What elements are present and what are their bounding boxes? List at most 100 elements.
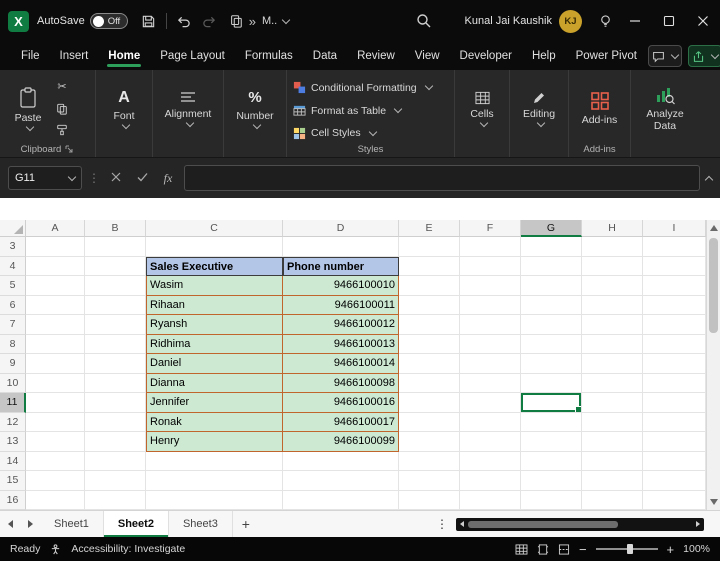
cut-button[interactable]: ✂ [52, 78, 72, 96]
cell-G11[interactable] [521, 393, 582, 413]
tab-sheet3[interactable]: Sheet3 [169, 511, 233, 537]
cell-F13[interactable] [460, 432, 521, 452]
cell-E3[interactable] [399, 237, 460, 257]
cell-D11[interactable]: 9466100016 [283, 393, 399, 413]
cell-H6[interactable] [582, 296, 643, 316]
column-header-B[interactable]: B [85, 220, 146, 237]
cell-B6[interactable] [85, 296, 146, 316]
cell-D12[interactable]: 9466100017 [283, 413, 399, 433]
cell-F3[interactable] [460, 237, 521, 257]
format-painter-button[interactable] [52, 121, 72, 139]
cell-I7[interactable] [643, 315, 706, 335]
cell-F9[interactable] [460, 354, 521, 374]
column-header-F[interactable]: F [460, 220, 521, 237]
cell-C9[interactable]: Daniel [146, 354, 283, 374]
cell-F15[interactable] [460, 471, 521, 491]
cell-H16[interactable] [582, 491, 643, 511]
cell-H11[interactable] [582, 393, 643, 413]
column-header-H[interactable]: H [582, 220, 643, 237]
cell-D8[interactable]: 9466100013 [283, 335, 399, 355]
redo-icon[interactable] [197, 6, 223, 36]
minimize-button[interactable] [618, 0, 652, 42]
cell-I14[interactable] [643, 452, 706, 472]
paste-button[interactable]: Paste [6, 74, 50, 143]
cell-F7[interactable] [460, 315, 521, 335]
cell-E10[interactable] [399, 374, 460, 394]
cell-D9[interactable]: 9466100014 [283, 354, 399, 374]
cell-C4[interactable]: Sales Executive [146, 257, 283, 277]
maximize-button[interactable] [652, 0, 686, 42]
tab-power-pivot[interactable]: Power Pivot [567, 45, 646, 67]
clipboard-dialog-launcher-icon[interactable] [65, 145, 74, 154]
conditional-formatting-button[interactable]: Conditional Formatting [293, 78, 432, 98]
cell-E6[interactable] [399, 296, 460, 316]
column-header-D[interactable]: D [283, 220, 399, 237]
cell-H15[interactable] [582, 471, 643, 491]
cell-D5[interactable]: 9466100010 [283, 276, 399, 296]
cell-B3[interactable] [85, 237, 146, 257]
scroll-right-icon[interactable] [696, 521, 700, 527]
cell-D16[interactable] [283, 491, 399, 511]
cell-A15[interactable] [26, 471, 85, 491]
row-header-12[interactable]: 12 [0, 413, 26, 433]
cell-C13[interactable]: Henry [146, 432, 283, 452]
cell-G3[interactable] [521, 237, 582, 257]
cell-E12[interactable] [399, 413, 460, 433]
cell-F4[interactable] [460, 257, 521, 277]
cell-H7[interactable] [582, 315, 643, 335]
page-layout-view-icon[interactable] [537, 544, 549, 555]
cell-C8[interactable]: Ridhima [146, 335, 283, 355]
row-header-7[interactable]: 7 [0, 315, 26, 335]
cell-A3[interactable] [26, 237, 85, 257]
cell-H5[interactable] [582, 276, 643, 296]
cell-I4[interactable] [643, 257, 706, 277]
vertical-scrollbar[interactable] [706, 220, 720, 510]
cell-I12[interactable] [643, 413, 706, 433]
cell-B8[interactable] [85, 335, 146, 355]
cell-G5[interactable] [521, 276, 582, 296]
cell-I15[interactable] [643, 471, 706, 491]
row-header-5[interactable]: 5 [0, 276, 26, 296]
cell-B7[interactable] [85, 315, 146, 335]
cell-H8[interactable] [582, 335, 643, 355]
confirm-entry-icon[interactable] [132, 168, 152, 188]
cell-E9[interactable] [399, 354, 460, 374]
formula-bar-collapse-icon[interactable] [706, 171, 712, 186]
cell-E15[interactable] [399, 471, 460, 491]
cell-E7[interactable] [399, 315, 460, 335]
horizontal-scroll-thumb[interactable] [468, 521, 618, 528]
cell-A13[interactable] [26, 432, 85, 452]
cell-D7[interactable]: 9466100012 [283, 315, 399, 335]
column-header-G[interactable]: G [521, 220, 582, 237]
formula-input[interactable] [184, 165, 700, 191]
select-all-corner[interactable] [0, 220, 26, 237]
cell-C16[interactable] [146, 491, 283, 511]
insert-function-button[interactable]: fx [158, 168, 178, 188]
quick-access-overflow[interactable]: » [249, 14, 256, 29]
tab-insert[interactable]: Insert [51, 45, 98, 67]
tab-sheet1[interactable]: Sheet1 [40, 511, 104, 537]
cell-A4[interactable] [26, 257, 85, 277]
cell-G12[interactable] [521, 413, 582, 433]
cell-B15[interactable] [85, 471, 146, 491]
row-header-16[interactable]: 16 [0, 491, 26, 511]
cell-B12[interactable] [85, 413, 146, 433]
cell-D4[interactable]: Phone number [283, 257, 399, 277]
column-header-A[interactable]: A [26, 220, 85, 237]
cell-E5[interactable] [399, 276, 460, 296]
cell-D3[interactable] [283, 237, 399, 257]
lightbulb-icon[interactable] [592, 6, 618, 36]
tab-view[interactable]: View [406, 45, 449, 67]
undo-icon[interactable] [171, 6, 197, 36]
save-icon[interactable] [136, 6, 162, 36]
cell-G10[interactable] [521, 374, 582, 394]
row-header-14[interactable]: 14 [0, 452, 26, 472]
cell-F8[interactable] [460, 335, 521, 355]
cell-F12[interactable] [460, 413, 521, 433]
row-header-9[interactable]: 9 [0, 354, 26, 374]
tab-page-layout[interactable]: Page Layout [151, 45, 234, 67]
add-ins-button[interactable]: Add-ins [575, 74, 624, 143]
cell-I8[interactable] [643, 335, 706, 355]
cell-G14[interactable] [521, 452, 582, 472]
column-header-I[interactable]: I [643, 220, 706, 237]
